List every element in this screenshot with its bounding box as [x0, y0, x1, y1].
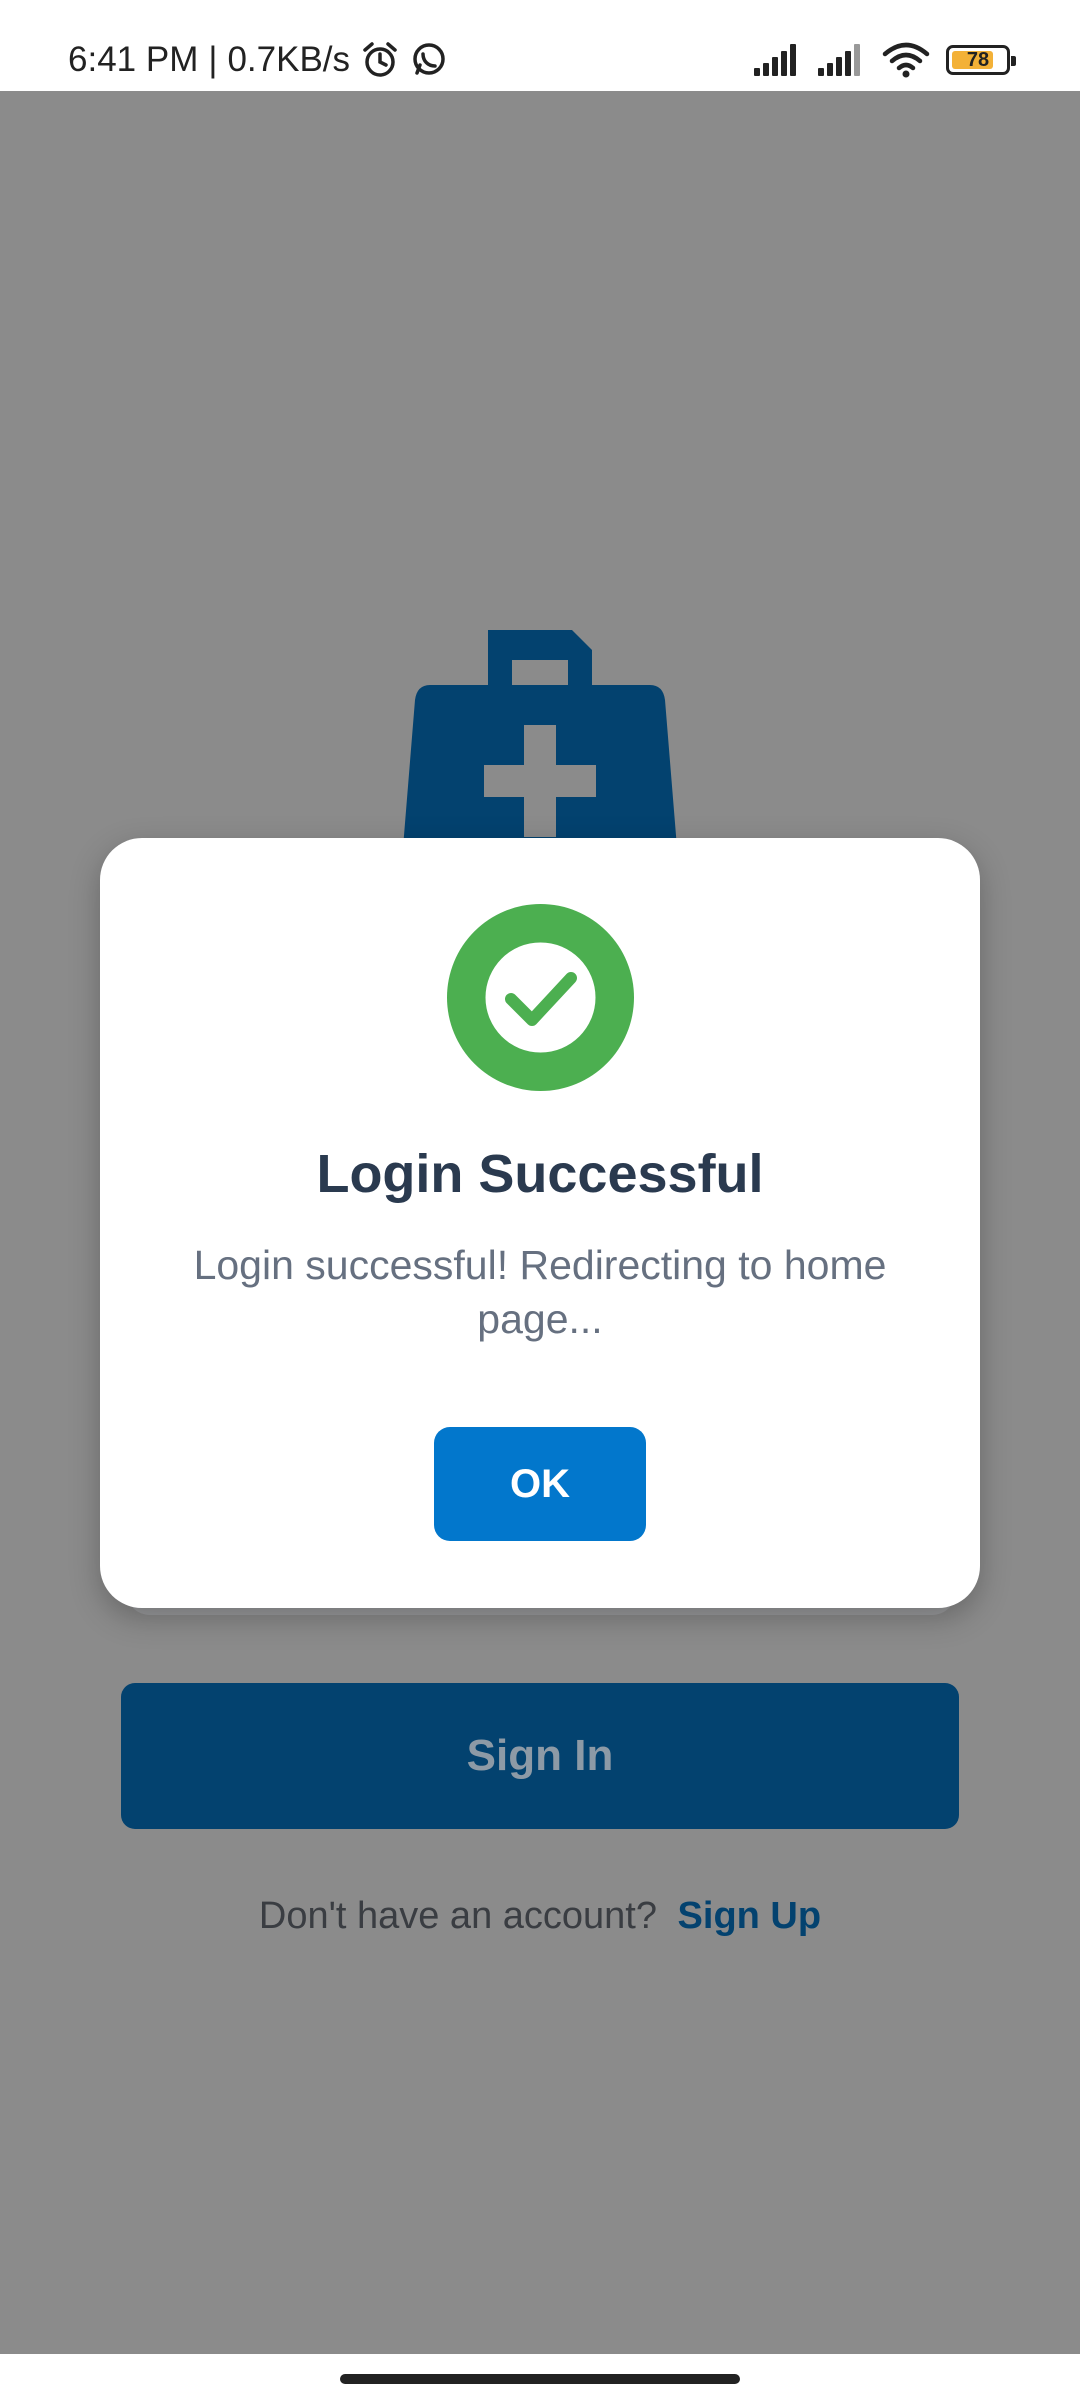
success-dialog: Login Successful Login successful! Redir…: [100, 838, 980, 1608]
status-network-speed: 0.7KB/s: [227, 40, 351, 79]
dialog-title: Login Successful: [316, 1144, 764, 1204]
battery-cap: [1011, 56, 1016, 66]
gesture-handle[interactable]: [340, 2374, 740, 2384]
sign-up-link[interactable]: Sign Up: [678, 1895, 822, 1937]
status-time: 6:41 PM: [68, 40, 199, 79]
signup-row: Don't have an account? Sign Up: [0, 1895, 1080, 1938]
navigation-bar: [0, 2354, 1080, 2400]
battery-icon: 78: [946, 45, 1016, 75]
battery-level: 78: [966, 48, 990, 71]
sign-in-button[interactable]: Sign In: [121, 1683, 959, 1829]
dialog-message: Login successful! Redirecting to home pa…: [193, 1242, 887, 1342]
wifi-icon: [882, 42, 930, 78]
status-separator: |: [208, 40, 218, 79]
signal-icon: [818, 44, 860, 76]
status-right: 78: [754, 36, 1016, 84]
alarm-icon: [363, 42, 397, 77]
signal-icon: [754, 44, 796, 76]
status-bar: 6:41 PM | 0.7KB/s 78: [0, 0, 1080, 91]
status-left: 6:41 PM | 0.7KB/s: [68, 32, 448, 88]
ok-button[interactable]: OK: [434, 1427, 646, 1541]
signup-prompt: Don't have an account?: [258, 1895, 657, 1937]
check-circle-icon: [447, 904, 634, 1091]
whatsapp-icon: [413, 43, 445, 75]
